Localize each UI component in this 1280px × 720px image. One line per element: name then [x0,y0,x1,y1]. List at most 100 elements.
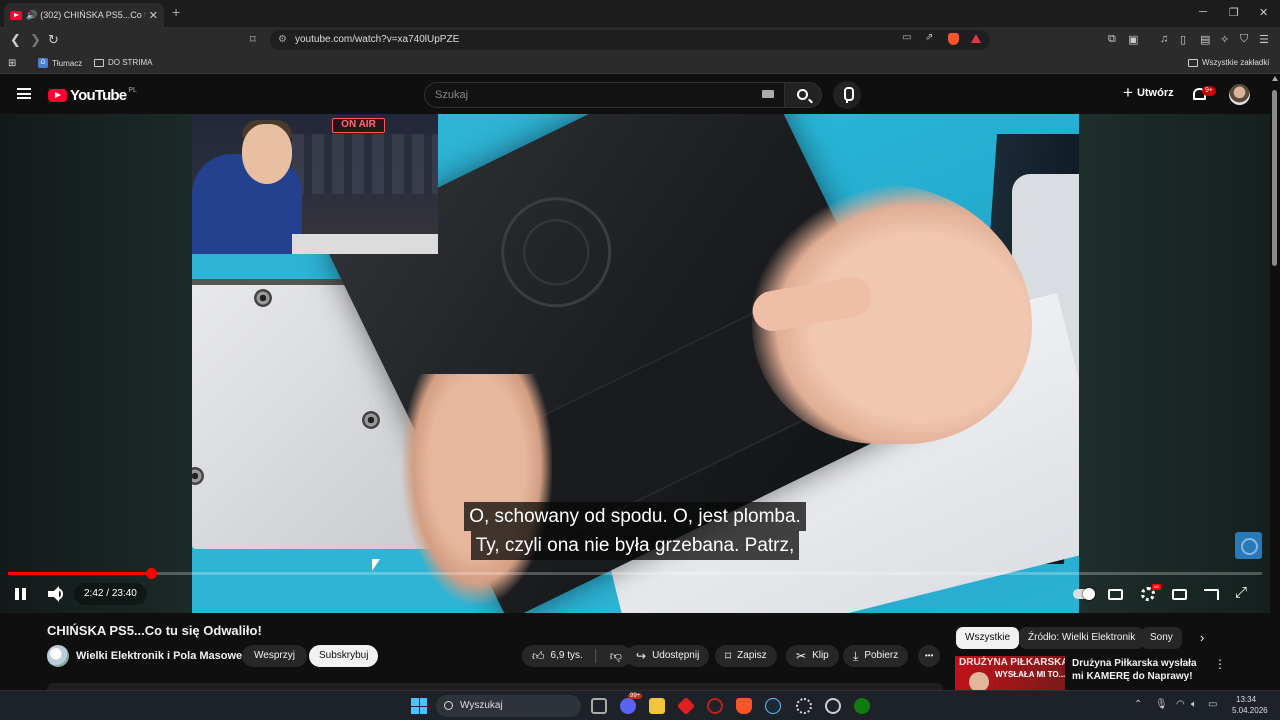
account-avatar[interactable] [1229,84,1250,105]
opera-icon[interactable] [707,698,723,714]
close-window-icon[interactable]: ✕ [1259,6,1268,19]
red-app-icon[interactable] [676,696,696,716]
chevron-right-icon[interactable]: › [1200,630,1204,645]
tab-title: (302) CHIŃSKA PS5...Co tu się [40,10,145,20]
extensions-icon[interactable]: ⧉ [1108,33,1116,46]
windows-start-icon[interactable] [411,698,427,714]
restore-icon[interactable]: ❐ [1229,6,1239,19]
chip-all[interactable]: Wszystkie [956,627,1019,649]
on-air-sign: ON AIR [332,118,385,133]
recommendation-thumbnail[interactable]: DRUŻYNA PIŁKARSKA WYSŁAŁA MI TO... [955,656,1065,690]
wallet-icon[interactable]: ▤ [1200,33,1210,46]
keyboard-icon[interactable] [762,90,774,98]
kebab-menu-icon[interactable]: ⋮ [1214,657,1226,671]
voice-search-button[interactable] [833,81,861,109]
chat-app-icon[interactable] [620,698,636,714]
download-button[interactable]: ⤓ Pobierz [843,645,909,667]
screw [192,467,204,485]
chip-sony[interactable]: Sony [1141,627,1182,649]
ubisoft-icon[interactable] [825,698,841,714]
like-count[interactable]: 6,9 tys. [551,645,583,667]
new-tab-button[interactable]: + [172,4,180,20]
apps-grid-icon[interactable]: ⊞ [8,58,16,69]
subtitle-line-1: O, schowany od spodu. O, jest plomba. [464,502,806,531]
progress-bar[interactable] [8,568,1262,579]
task-view-icon[interactable] [591,698,607,714]
clock-time[interactable]: 13:34 [1236,695,1256,704]
clock-date[interactable]: 5.04.2026 [1232,706,1268,715]
guide-menu-icon[interactable] [17,88,31,99]
tray-overflow-icon[interactable]: ⌃ [1134,699,1142,710]
like-icon[interactable]: 👍︎ [532,645,545,667]
chip-source-channel[interactable]: Źródło: Wielki Elektronik [1019,627,1145,649]
save-button[interactable]: ⌑ Zapisz [715,645,777,667]
bookmark-do-strima[interactable]: DO STRIMA [94,58,152,67]
youtube-favicon-icon [10,10,22,20]
channel-name[interactable]: Wielki Elektronik i Pola Masowe [76,650,242,662]
screen-icon[interactable]: ▭ [902,32,911,43]
microphone-icon[interactable]: 🎙︎ [1155,699,1168,710]
create-button[interactable]: + Utwórz [1123,84,1174,101]
back-icon[interactable]: ❮ [10,32,21,48]
recommendation-title[interactable]: Drużyna Piłkarska wysłała mi KAMERĘ do N… [1072,657,1202,683]
scrollbar-thumb[interactable] [1272,90,1277,266]
theater-mode-icon[interactable] [1172,589,1187,600]
video-player[interactable]: ON AIR O, schowany od spodu. O, jest plo… [0,114,1270,613]
share-button[interactable]: ↪ Udostępnij [626,645,710,667]
bookmark-page-icon[interactable]: ⌑ [250,33,256,46]
brave-browser-icon[interactable] [736,698,752,714]
cast-icon[interactable] [1204,589,1219,600]
browser-tab-youtube[interactable]: 🔊 (302) CHIŃSKA PS5...Co tu się ✕ [4,3,164,27]
xbox-icon[interactable] [854,698,870,714]
brave-rewards-icon[interactable] [971,34,981,43]
subscribe-button[interactable]: Subskrybuj [309,645,379,667]
scroll-up-icon[interactable] [1272,76,1278,81]
search-input[interactable]: Szukaj [424,82,784,108]
like-dislike-group: 👍︎ 6,9 tys. 👎︎ [522,645,632,667]
search-button[interactable] [784,82,822,108]
browser-toolbar: ❮ ❯ ↻ ⌑ ⚙ youtube.com/watch?v=xa740lUpPZ… [0,27,1280,53]
brave-shields-icon[interactable] [948,33,959,45]
time-display: 2:42 / 23:40 [74,583,147,605]
steam-icon[interactable] [765,698,781,714]
sidebar-icon[interactable]: ▯ [1180,33,1186,46]
channel-watermark-icon[interactable] [1235,532,1262,559]
screenshot-icon[interactable]: ▣ [1128,33,1138,46]
media-icon[interactable]: ♫ [1160,33,1168,45]
leo-ai-icon[interactable]: ✧ [1220,33,1229,46]
page-scrollbar[interactable] [1270,74,1280,688]
notifications-badge: 9+ [1202,86,1216,96]
menu-icon[interactable]: ☰ [1259,33,1269,46]
forward-icon[interactable]: ❯ [30,32,41,48]
share-icon: ↪ [636,649,647,663]
pause-icon[interactable] [15,588,26,600]
clip-button[interactable]: ✂ Klip [786,645,839,667]
more-actions-button[interactable]: ••• [918,645,941,667]
subtitles-cc-icon[interactable] [1108,589,1123,600]
address-bar[interactable]: ⚙ youtube.com/watch?v=xa740lUpPZE [270,30,990,50]
taskbar-search-input[interactable]: Wyszukaj [436,695,581,717]
volume-icon[interactable] [48,586,59,602]
support-button[interactable]: Wesprzyj [242,645,307,667]
share-page-icon[interactable]: ⇗ [925,32,933,43]
bookmark-translate[interactable]: G Tłumacz [38,58,82,68]
scrubber-handle[interactable] [145,568,157,579]
reload-icon[interactable]: ↻ [48,32,59,48]
search-icon [797,89,808,100]
speaker-icon[interactable]: 🔈︎ [1191,699,1197,710]
fullscreen-icon[interactable] [1235,584,1249,601]
file-explorer-icon[interactable] [649,698,665,714]
channel-avatar[interactable] [47,645,69,667]
battery-icon[interactable]: ▭ [1208,699,1217,710]
minimize-icon[interactable]: ─ [1199,6,1207,18]
speaker-icon[interactable]: 🔊 [26,10,37,21]
wifi-icon[interactable]: ◠ [1176,699,1185,710]
windows-taskbar: Wyszukaj 99+ ⌃ 🎙︎ ◠ 🔈︎ ▭ 13:34 5.04.2026 [0,690,1280,720]
close-tab-icon[interactable]: ✕ [149,9,158,22]
settings-app-icon[interactable] [796,698,812,714]
site-info-icon[interactable]: ⚙ [278,30,287,50]
all-bookmarks[interactable]: Wszystkie zakładki [1188,58,1269,67]
youtube-logo[interactable]: YouTube PL [48,87,137,104]
vpn-icon[interactable]: ⛉ [1240,33,1248,46]
autoplay-toggle[interactable] [1073,588,1095,600]
